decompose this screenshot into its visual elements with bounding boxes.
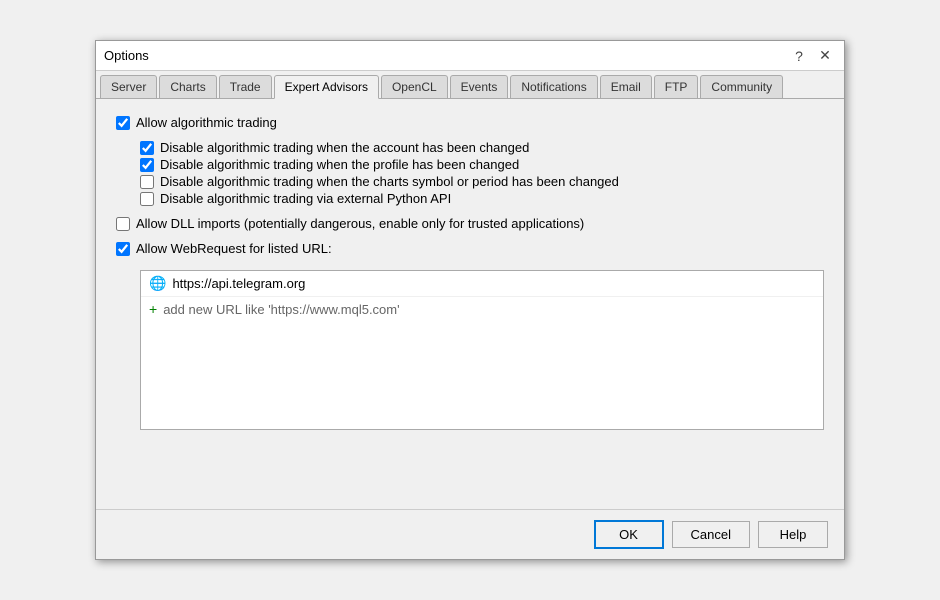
tab-community[interactable]: Community bbox=[700, 75, 783, 98]
ok-button[interactable]: OK bbox=[594, 520, 664, 549]
disable-on-account-checkbox[interactable] bbox=[140, 141, 154, 155]
tab-charts[interactable]: Charts bbox=[159, 75, 216, 98]
allow-webrequest-label: Allow WebRequest for listed URL: bbox=[136, 241, 332, 256]
allow-algo-trading-row: Allow algorithmic trading bbox=[116, 115, 824, 130]
help-button[interactable]: Help bbox=[758, 521, 828, 548]
disable-via-python-row: Disable algorithmic trading via external… bbox=[140, 191, 824, 206]
disable-on-account-row: Disable algorithmic trading when the acc… bbox=[140, 140, 824, 155]
url-entry-0[interactable]: 🌐 https://api.telegram.org bbox=[141, 271, 823, 297]
cancel-button[interactable]: Cancel bbox=[672, 521, 750, 548]
tab-trade[interactable]: Trade bbox=[219, 75, 272, 98]
allow-algo-trading-label: Allow algorithmic trading bbox=[136, 115, 277, 130]
disable-on-chart-row: Disable algorithmic trading when the cha… bbox=[140, 174, 824, 189]
tabs-bar: Server Charts Trade Expert Advisors Open… bbox=[96, 71, 844, 99]
close-title-button[interactable]: ✕ bbox=[814, 45, 836, 67]
algo-trading-suboptions: Disable algorithmic trading when the acc… bbox=[140, 140, 824, 208]
disable-on-profile-checkbox[interactable] bbox=[140, 158, 154, 172]
url-add-placeholder: add new URL like 'https://www.mql5.com' bbox=[163, 302, 399, 317]
tab-server[interactable]: Server bbox=[100, 75, 157, 98]
allow-webrequest-row: Allow WebRequest for listed URL: bbox=[116, 241, 824, 256]
tab-notifications[interactable]: Notifications bbox=[510, 75, 597, 98]
url-add-icon: + bbox=[149, 301, 157, 317]
help-title-button[interactable]: ? bbox=[788, 45, 810, 67]
allow-algo-trading-checkbox[interactable] bbox=[116, 116, 130, 130]
url-list: 🌐 https://api.telegram.org + add new URL… bbox=[140, 270, 824, 430]
tab-expert-advisors[interactable]: Expert Advisors bbox=[274, 75, 379, 99]
options-dialog: Options ? ✕ Server Charts Trade Expert A… bbox=[95, 40, 845, 560]
title-bar-left: Options bbox=[104, 48, 149, 63]
disable-via-python-label: Disable algorithmic trading via external… bbox=[160, 191, 451, 206]
dialog-title: Options bbox=[104, 48, 149, 63]
disable-on-chart-checkbox[interactable] bbox=[140, 175, 154, 189]
tab-ftp[interactable]: FTP bbox=[654, 75, 699, 98]
tab-email[interactable]: Email bbox=[600, 75, 652, 98]
url-text-0: https://api.telegram.org bbox=[172, 276, 305, 291]
tab-events[interactable]: Events bbox=[450, 75, 509, 98]
footer: OK Cancel Help bbox=[96, 509, 844, 559]
disable-on-profile-label: Disable algorithmic trading when the pro… bbox=[160, 157, 519, 172]
disable-via-python-checkbox[interactable] bbox=[140, 192, 154, 206]
disable-on-chart-label: Disable algorithmic trading when the cha… bbox=[160, 174, 619, 189]
allow-webrequest-checkbox[interactable] bbox=[116, 242, 130, 256]
content-panel: Allow algorithmic trading Disable algori… bbox=[96, 99, 844, 509]
disable-on-profile-row: Disable algorithmic trading when the pro… bbox=[140, 157, 824, 172]
title-bar-controls: ? ✕ bbox=[788, 45, 836, 67]
title-bar: Options ? ✕ bbox=[96, 41, 844, 71]
url-globe-icon: 🌐 bbox=[149, 275, 166, 292]
tab-opencl[interactable]: OpenCL bbox=[381, 75, 448, 98]
url-add-row[interactable]: + add new URL like 'https://www.mql5.com… bbox=[141, 297, 823, 321]
allow-dll-checkbox[interactable] bbox=[116, 217, 130, 231]
allow-dll-label: Allow DLL imports (potentially dangerous… bbox=[136, 216, 584, 231]
disable-on-account-label: Disable algorithmic trading when the acc… bbox=[160, 140, 529, 155]
allow-dll-row: Allow DLL imports (potentially dangerous… bbox=[116, 216, 824, 231]
